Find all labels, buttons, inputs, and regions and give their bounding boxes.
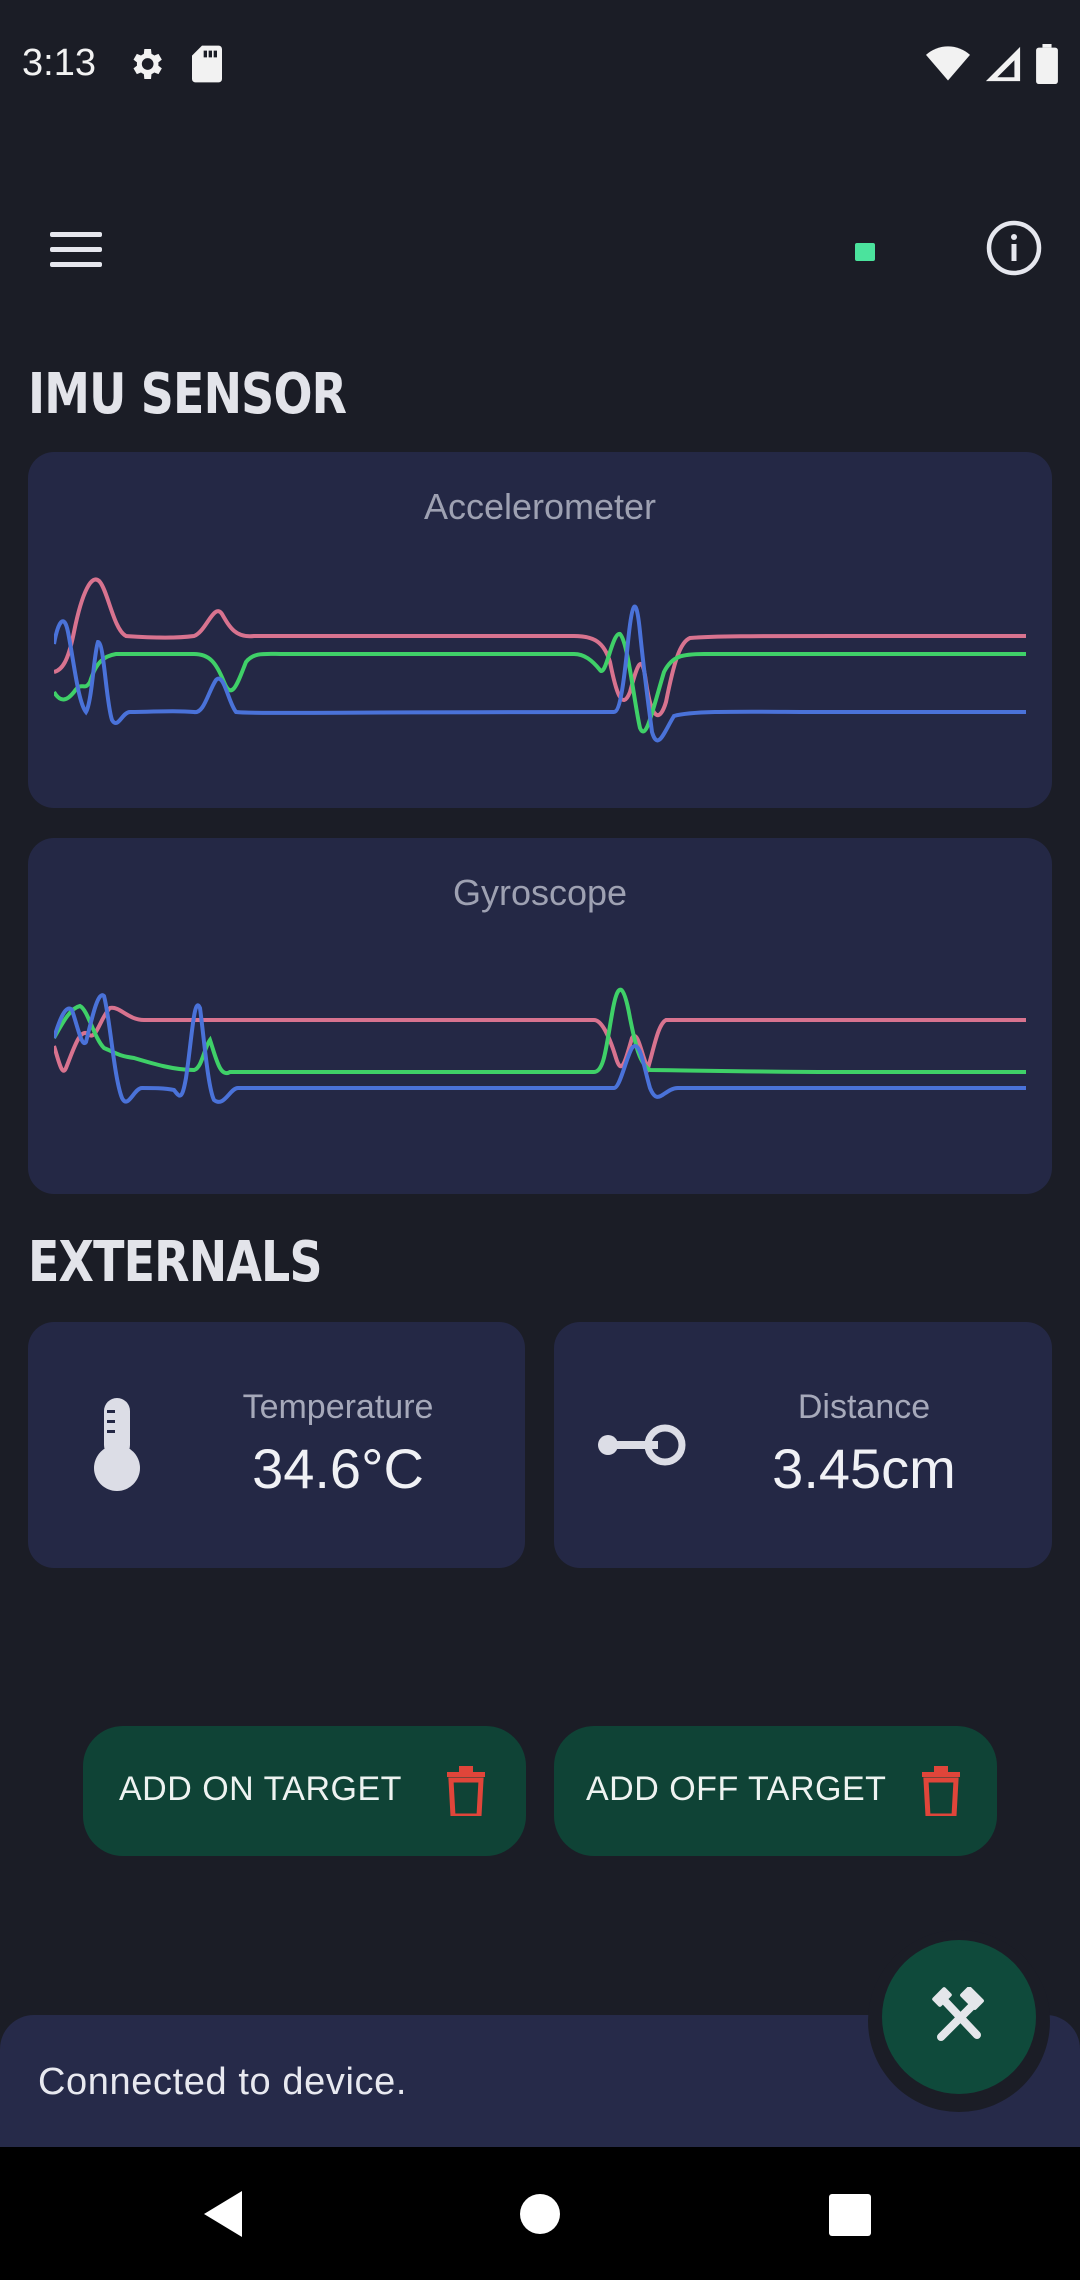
gyroscope-series-blue [54, 993, 1026, 1104]
imu-section-title: IMU SENSOR [28, 362, 347, 427]
temperature-value: 34.6°C [252, 1437, 424, 1500]
temperature-card: Temperature 34.6°C [28, 1322, 525, 1568]
gyroscope-chart [54, 987, 1026, 1104]
distance-label: Distance [797, 1388, 931, 1426]
temperature-label: Temperature [242, 1388, 434, 1426]
gyroscope-series-green [54, 987, 1026, 1075]
menu-icon [50, 232, 102, 267]
sd-card-icon [192, 45, 222, 83]
accelerometer-series-blue [54, 604, 1026, 743]
battery-icon [1036, 44, 1058, 84]
trash-icon[interactable] [922, 1766, 960, 1816]
accelerometer-card: Accelerometer [28, 452, 1052, 808]
accelerometer-series-pink [54, 577, 1026, 718]
connection-status-indicator [855, 243, 875, 261]
thermometer-icon [94, 1398, 140, 1491]
tools-fab-button[interactable] [882, 1940, 1036, 2094]
distance-icon [598, 1424, 686, 1466]
gyroscope-title: Gyroscope [452, 872, 628, 913]
menu-button[interactable] [40, 220, 114, 280]
status-bar: 3:13 [0, 0, 1080, 136]
add-off-target-button[interactable]: ADD OFF TARGET [554, 1726, 997, 1856]
trash-icon[interactable] [447, 1766, 485, 1816]
distance-card: Distance 3.45cm [554, 1322, 1052, 1568]
distance-value: 3.45cm [772, 1437, 956, 1500]
signal-icon [985, 46, 1021, 82]
info-icon [986, 220, 1042, 276]
home-icon[interactable] [520, 2194, 560, 2234]
add-off-target-label: ADD OFF TARGET [586, 1770, 887, 1808]
accelerometer-title: Accelerometer [423, 486, 657, 527]
status-right-icons [926, 44, 1058, 84]
accelerometer-chart [54, 577, 1026, 743]
externals-section-title: EXTERNALS [28, 1230, 323, 1295]
wifi-icon [926, 46, 970, 81]
tools-icon [932, 1987, 984, 2041]
recents-icon[interactable] [829, 2194, 871, 2236]
add-on-target-button[interactable]: ADD ON TARGET [83, 1726, 526, 1856]
snackbar-message: Connected to device. [38, 2061, 408, 2103]
back-icon[interactable] [204, 2191, 244, 2237]
accelerometer-series-green [54, 632, 1026, 734]
status-time: 3:13 [22, 42, 96, 84]
add-on-target-label: ADD ON TARGET [119, 1770, 402, 1808]
info-button[interactable] [984, 218, 1044, 278]
gyroscope-card: Gyroscope [28, 838, 1052, 1194]
app-bar [0, 190, 1080, 310]
system-nav-bar [0, 2147, 1080, 2280]
gear-icon [133, 49, 162, 79]
